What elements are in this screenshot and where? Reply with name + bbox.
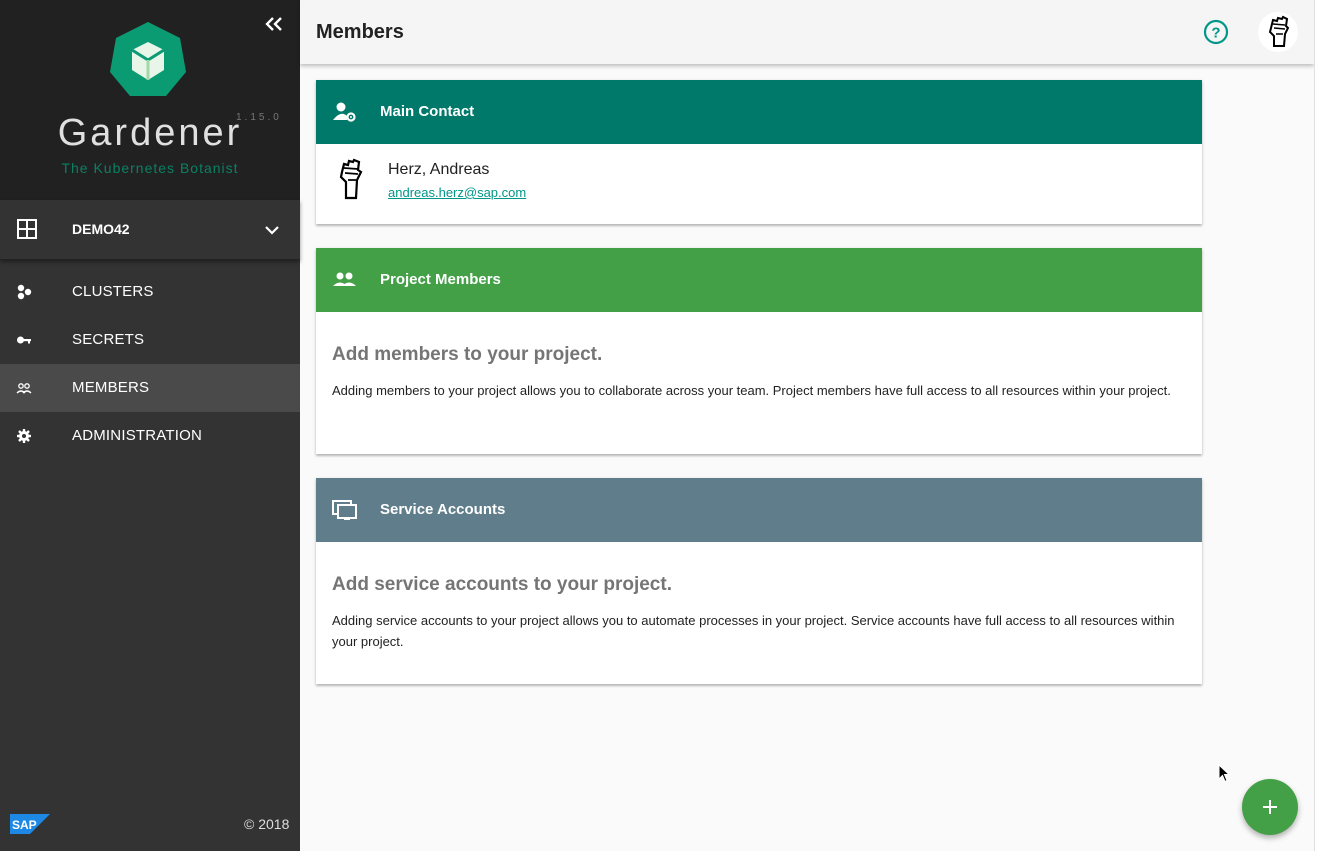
service-accounts-header: Service Accounts [316, 478, 1202, 542]
project-members-card: Project Members Add members to your proj… [316, 248, 1202, 454]
sidebar-footer: SAP © 2018 [0, 810, 300, 840]
service-accounts-card: Service Accounts Add service accounts to… [316, 478, 1202, 684]
account-settings-icon [332, 100, 358, 124]
copyright: © 2018 [244, 816, 290, 832]
contact-row: Herz, Andreas andreas.herz@sap.com [316, 144, 1202, 224]
brand-version: 1.15.0 [236, 112, 282, 123]
sidebar-item-label: CLUSTERS [72, 283, 154, 300]
project-name: DEMO42 [72, 221, 130, 237]
main-contact-card: Main Contact Herz, Andreas andreas.herz@… [316, 80, 1202, 224]
sidebar-header: Gardener 1.15.0 The Kubernetes Botanist [0, 0, 300, 200]
sidebar-item-clusters[interactable]: CLUSTERS [0, 268, 300, 316]
contact-email-link[interactable]: andreas.herz@sap.com [388, 185, 526, 200]
project-members-title: Project Members [380, 271, 501, 288]
sidebar-nav: CLUSTERS SECRETS MEMBERS ADMINISTRATION [0, 268, 300, 460]
key-icon [16, 332, 32, 348]
sidebar-item-administration[interactable]: ADMINISTRATION [0, 412, 300, 460]
svg-text:?: ? [1211, 25, 1220, 42]
service-accounts-title: Service Accounts [380, 501, 506, 518]
svg-text:SAP: SAP [12, 818, 37, 832]
service-accounts-empty-title: Add service accounts to your project. [332, 574, 672, 595]
page-title: Members [316, 21, 404, 43]
sidebar-item-secrets[interactable]: SECRETS [0, 316, 300, 364]
service-accounts-empty-text: Adding service accounts to your project … [332, 613, 1175, 649]
scrollbar-track[interactable] [1314, 0, 1326, 851]
project-selector[interactable]: DEMO42 [0, 200, 300, 260]
chevron-down-icon [262, 218, 282, 242]
help-circle-icon[interactable]: ? [1203, 19, 1229, 45]
project-members-header: Project Members [316, 248, 1202, 312]
double-chevron-left-icon[interactable] [262, 12, 286, 36]
contact-name: Herz, Andreas [388, 161, 490, 178]
sap-logo: SAP [10, 814, 50, 834]
fist-avatar-icon [336, 158, 368, 202]
people-icon [16, 380, 32, 396]
gardener-logo-icon [108, 20, 188, 100]
brand-subtitle: The Kubernetes Botanist [61, 160, 239, 176]
main-contact-header: Main Contact [316, 80, 1202, 144]
add-button[interactable] [1242, 779, 1298, 835]
plus-icon [1263, 800, 1277, 814]
main-contact-title: Main Contact [380, 103, 475, 120]
people-icon [332, 268, 358, 292]
hexagon-cluster-icon [16, 284, 32, 300]
mouse-cursor-icon [1218, 763, 1232, 784]
sidebar-item-label: MEMBERS [72, 379, 150, 396]
members-empty-text: Adding members to your project allows yo… [332, 383, 1171, 398]
sidebar: Gardener 1.15.0 The Kubernetes Botanist … [0, 0, 300, 851]
top-bar: Members ? [300, 0, 1314, 64]
gear-icon [16, 428, 32, 444]
fist-avatar-icon[interactable] [1258, 12, 1298, 52]
sidebar-item-label: ADMINISTRATION [72, 427, 203, 444]
monitor-multiple-icon [332, 498, 358, 522]
sidebar-item-members[interactable]: MEMBERS [0, 364, 300, 412]
sidebar-item-label: SECRETS [72, 331, 145, 348]
members-empty-title: Add members to your project. [332, 344, 603, 365]
grid-icon [16, 218, 40, 242]
